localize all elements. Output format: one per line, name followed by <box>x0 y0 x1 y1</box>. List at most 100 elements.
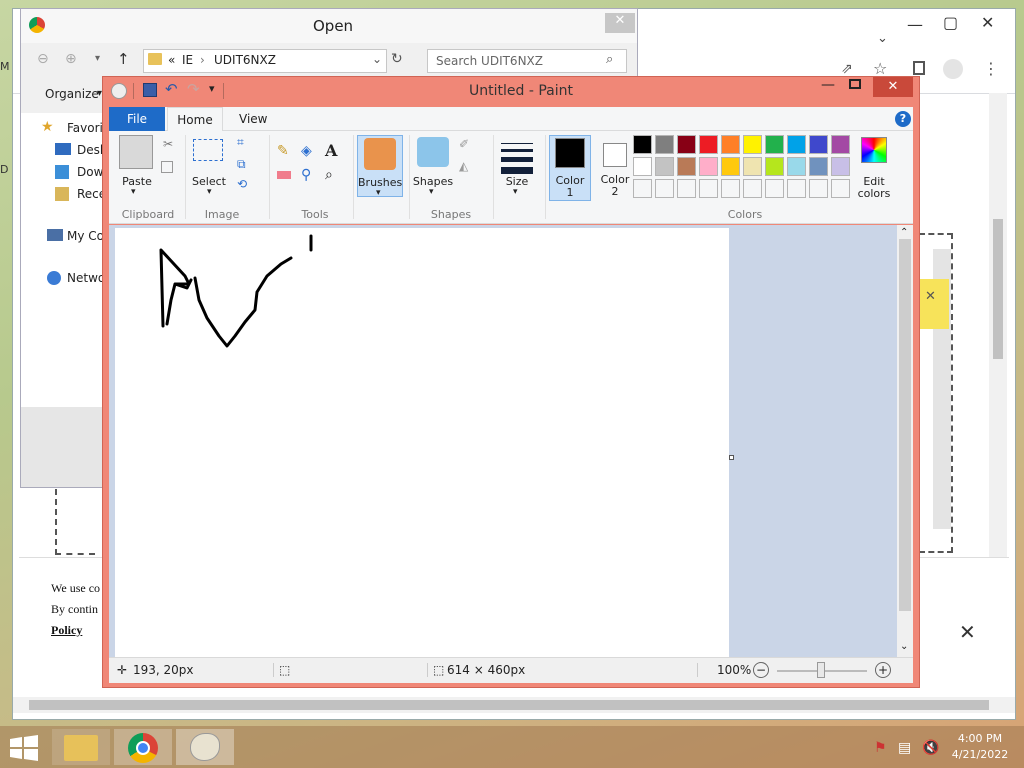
size-dropdown-icon[interactable]: ▾ <box>513 187 518 197</box>
nav-my-computer[interactable]: My Co <box>67 229 104 243</box>
palette-swatch[interactable] <box>655 135 674 154</box>
palette-swatch[interactable] <box>743 179 762 198</box>
select-icon[interactable] <box>193 139 223 161</box>
drawing-canvas[interactable] <box>115 228 729 658</box>
page-scrollbar-thumb[interactable] <box>993 219 1003 359</box>
palette-swatch[interactable] <box>787 157 806 176</box>
fill-shape-icon[interactable]: ◭ <box>459 159 468 173</box>
palette-swatch[interactable] <box>787 179 806 198</box>
palette-swatch[interactable] <box>677 179 696 198</box>
action-center-flag-icon[interactable]: ⚑ <box>874 740 887 756</box>
size-icon[interactable] <box>501 143 533 174</box>
start-button[interactable] <box>0 729 58 765</box>
nav-network[interactable]: Netwo <box>67 271 105 285</box>
cookie-close-button[interactable]: ✕ <box>959 620 976 644</box>
clock-date[interactable]: 4/21/2022 <box>948 748 1012 761</box>
quick-access-dropdown-icon[interactable]: ▾ <box>209 82 215 95</box>
save-icon[interactable] <box>143 83 157 97</box>
scroll-up-icon[interactable]: ⌃ <box>900 227 908 238</box>
palette-swatch[interactable] <box>743 157 762 176</box>
chrome-maximize-button[interactable]: ▢ <box>943 13 958 32</box>
color-picker-icon[interactable]: ⚲ <box>301 167 311 183</box>
tab-home[interactable]: Home <box>167 107 223 132</box>
cut-icon[interactable]: ✂ <box>163 137 173 151</box>
shapes-dropdown-icon[interactable]: ▾ <box>429 187 434 197</box>
palette-swatch[interactable] <box>699 157 718 176</box>
sidepanel-icon[interactable] <box>913 61 925 75</box>
palette-swatch[interactable] <box>721 135 740 154</box>
organize-button[interactable]: Organize <box>45 87 99 101</box>
paint-app-icon[interactable] <box>111 83 127 99</box>
palette-swatch[interactable] <box>831 135 850 154</box>
open-dialog-close-button[interactable]: ✕ <box>605 13 635 33</box>
breadcrumb[interactable]: « IE › UDIT6NXZ ⌄ <box>143 49 387 73</box>
text-icon[interactable]: A <box>325 141 337 160</box>
magnifier-icon[interactable]: ⌕ <box>325 167 333 183</box>
palette-swatch[interactable] <box>787 135 806 154</box>
rotate-icon[interactable]: ⟲ <box>237 177 247 191</box>
paint-minimize-button[interactable]: — <box>821 77 835 93</box>
note-close-icon[interactable]: ✕ <box>925 289 936 304</box>
fill-icon[interactable]: ◈ <box>301 143 312 159</box>
palette-swatch[interactable] <box>655 157 674 176</box>
clock-time[interactable]: 4:00 PM <box>948 732 1012 745</box>
brushes-button[interactable]: Brushes ▾ <box>357 135 403 198</box>
scrollbar-thumb[interactable] <box>899 239 911 611</box>
breadcrumb-overflow[interactable]: « <box>168 53 175 67</box>
color1-button[interactable]: Color 1 <box>549 135 591 201</box>
zoom-slider-thumb[interactable] <box>817 662 825 678</box>
chevron-down-icon[interactable]: ⌄ <box>877 31 888 46</box>
palette-swatch[interactable] <box>743 135 762 154</box>
eraser-icon[interactable] <box>277 171 291 179</box>
paint-maximize-button[interactable] <box>849 79 861 89</box>
palette-swatch[interactable] <box>809 157 828 176</box>
palette-swatch[interactable] <box>655 179 674 198</box>
palette-swatch[interactable] <box>721 157 740 176</box>
palette-swatch[interactable] <box>809 135 828 154</box>
edit-colors-label-2[interactable]: colors <box>851 187 897 200</box>
edit-colors-icon[interactable] <box>861 137 887 163</box>
tab-file[interactable]: File <box>109 107 165 131</box>
palette-swatch[interactable] <box>677 135 696 154</box>
canvas-vertical-scrollbar[interactable]: ⌃ ⌄ <box>897 225 913 657</box>
profile-avatar-icon[interactable] <box>943 59 963 79</box>
outline-icon[interactable]: ✐ <box>459 137 469 151</box>
refresh-icon[interactable]: ↻ <box>391 51 403 67</box>
breadcrumb-ie[interactable]: IE <box>182 53 193 67</box>
recent-dropdown-icon[interactable]: ▾ <box>95 53 100 64</box>
zoom-in-button[interactable]: + <box>875 662 891 678</box>
back-icon[interactable]: ⊖ <box>37 51 49 67</box>
pencil-icon[interactable]: ✎ <box>277 143 289 159</box>
paste-dropdown-icon[interactable]: ▾ <box>131 187 136 197</box>
chevron-down-icon[interactable]: ⌄ <box>372 52 382 66</box>
color2-button[interactable]: Color 2 <box>595 135 635 201</box>
palette-swatch[interactable] <box>765 135 784 154</box>
select-dropdown-icon[interactable]: ▾ <box>207 187 212 197</box>
zoom-out-button[interactable]: − <box>753 662 769 678</box>
taskbar-chrome[interactable] <box>114 729 172 765</box>
tab-view[interactable]: View <box>239 112 267 126</box>
canvas-resize-handle[interactable] <box>729 455 734 460</box>
forward-icon[interactable]: ⊕ <box>65 51 77 67</box>
paste-icon[interactable] <box>119 135 153 169</box>
chrome-minimize-button[interactable]: — <box>907 15 923 34</box>
shapes-icon[interactable] <box>417 137 449 167</box>
volume-muted-icon[interactable]: 🔇 <box>922 740 939 756</box>
undo-icon[interactable]: ↶ <box>165 80 178 98</box>
palette-swatch[interactable] <box>633 179 652 198</box>
palette-swatch[interactable] <box>633 135 652 154</box>
search-icon[interactable]: ⌕ <box>606 52 613 67</box>
taskbar-paint[interactable] <box>176 729 234 765</box>
palette-swatch[interactable] <box>699 135 718 154</box>
palette-swatch[interactable] <box>699 179 718 198</box>
redo-icon[interactable]: ↷ <box>187 80 200 98</box>
palette-swatch[interactable] <box>809 179 828 198</box>
copy-icon[interactable] <box>161 161 173 173</box>
help-icon[interactable]: ? <box>895 111 911 127</box>
network-icon[interactable]: ▤ <box>898 740 911 756</box>
resize-icon[interactable]: ⧉ <box>237 157 246 172</box>
up-arrow-icon[interactable]: ↑ <box>117 50 130 68</box>
palette-swatch[interactable] <box>765 157 784 176</box>
chrome-close-button[interactable]: ✕ <box>981 13 994 32</box>
palette-swatch[interactable] <box>677 157 696 176</box>
